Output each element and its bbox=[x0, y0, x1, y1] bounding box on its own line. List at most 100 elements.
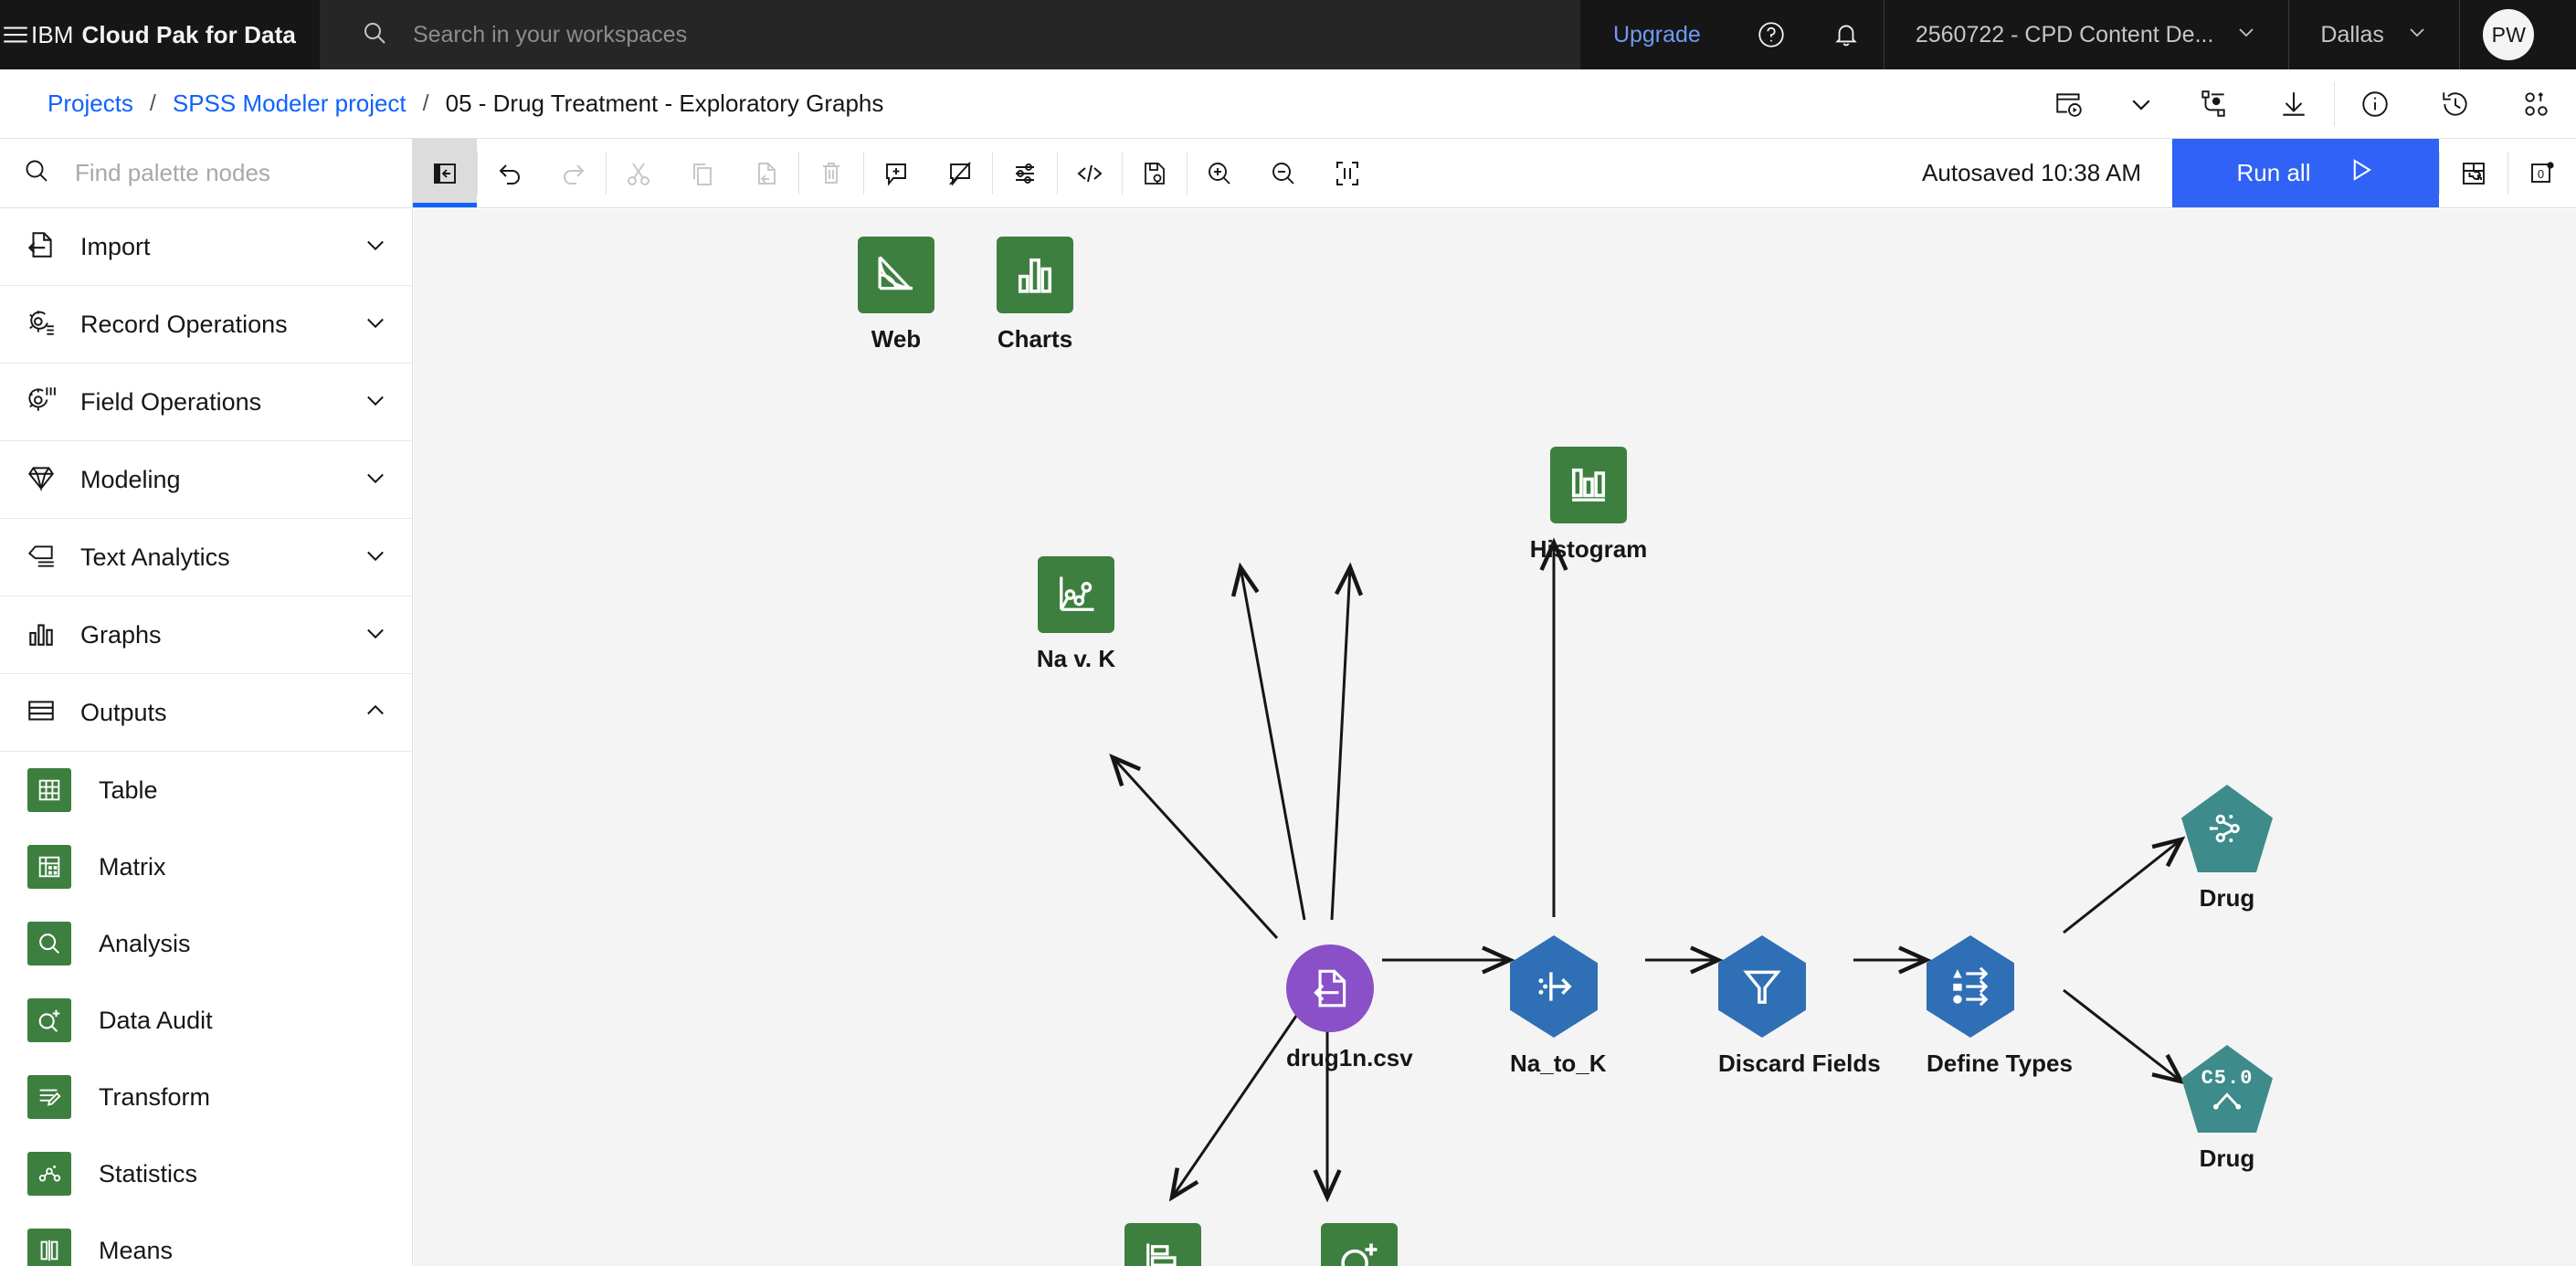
chevron-down-icon bbox=[363, 232, 388, 262]
canvas-node-na-v-k[interactable]: Na v. K bbox=[1003, 556, 1149, 673]
region-selector[interactable]: Dallas bbox=[2288, 0, 2458, 69]
information-icon[interactable] bbox=[2335, 69, 2415, 139]
palette-category-record-operations[interactable]: Record Operations bbox=[0, 286, 412, 364]
palette-node-label: Statistics bbox=[99, 1159, 198, 1187]
download-icon[interactable] bbox=[2254, 69, 2334, 139]
chevron-down-icon bbox=[2406, 21, 2428, 49]
breadcrumb-item-projects[interactable]: Projects bbox=[48, 90, 133, 118]
zoom-out-button[interactable] bbox=[1251, 139, 1315, 207]
neural-network-icon bbox=[2181, 785, 2273, 872]
outputs-panel-button[interactable] bbox=[2440, 139, 2507, 207]
canvas-node-charts[interactable]: Charts bbox=[962, 237, 1108, 353]
bar-chart-icon bbox=[997, 237, 1073, 313]
flow-canvas[interactable]: Web Charts Histogram Na v. K drug1n.csv … bbox=[414, 209, 2576, 1266]
add-comment-button[interactable] bbox=[864, 139, 928, 207]
palette-node-analysis[interactable]: Analysis bbox=[0, 905, 412, 982]
canvas-node-discard-fields[interactable]: Discard Fields bbox=[1718, 935, 1881, 1078]
hamburger-menu-icon[interactable] bbox=[0, 0, 31, 69]
palette-category-label: Modeling bbox=[80, 465, 181, 493]
palette-category-outputs[interactable]: Outputs bbox=[0, 674, 412, 752]
palette-category-label: Record Operations bbox=[80, 310, 288, 338]
canvas-node-label: Drug bbox=[2199, 884, 2255, 912]
palette-category-field-operations[interactable]: Field Operations bbox=[0, 364, 412, 441]
palette-node-transform[interactable]: Transform bbox=[0, 1059, 412, 1135]
search-icon bbox=[360, 18, 389, 52]
link-drug1ncsv-web bbox=[1230, 562, 1306, 921]
run-all-label: Run all bbox=[2236, 159, 2311, 186]
canvas-node-label: Charts bbox=[997, 325, 1073, 353]
zoom-in-button[interactable] bbox=[1188, 139, 1251, 207]
canvas-node-seven-fields[interactable]: 7 Fields bbox=[1286, 1223, 1432, 1266]
canvas-node-na-to-k[interactable]: Na_to_K bbox=[1510, 935, 1606, 1078]
palette-node-matrix[interactable]: Matrix bbox=[0, 828, 412, 905]
breadcrumb: Projects / SPSS Modeler project / 05 - D… bbox=[0, 90, 883, 118]
toggle-palette-button[interactable] bbox=[413, 139, 477, 207]
zoom-fit-button[interactable] bbox=[1315, 139, 1379, 207]
notifications-panel-button[interactable]: 0 bbox=[2508, 139, 2576, 207]
region-label: Dallas bbox=[2320, 21, 2384, 47]
palette-category-import[interactable]: Import bbox=[0, 208, 412, 286]
search-input[interactable] bbox=[412, 21, 1512, 48]
canvas-node-drug-type[interactable]: Drug type bbox=[1081, 1223, 1245, 1266]
canvas-node-drug-c50[interactable]: C5.0 Drug bbox=[2181, 1045, 2273, 1173]
type-settings-icon bbox=[1927, 935, 2014, 1038]
run-all-button[interactable]: Run all bbox=[2172, 139, 2439, 207]
breadcrumb-actions bbox=[2029, 69, 2576, 139]
paste-button bbox=[734, 139, 798, 207]
upgrade-button[interactable]: Upgrade bbox=[1580, 0, 1734, 69]
global-search[interactable] bbox=[319, 0, 1580, 69]
palette-category-graphs[interactable]: Graphs bbox=[0, 596, 412, 674]
canvas-node-drug1n-csv[interactable]: drug1n.csv bbox=[1286, 944, 1413, 1072]
canvas-node-drug-net[interactable]: Drug bbox=[2181, 785, 2273, 913]
table-grid-icon bbox=[27, 768, 71, 812]
manage-flows-icon[interactable] bbox=[2173, 69, 2254, 139]
breadcrumb-separator: / bbox=[422, 90, 429, 116]
palette-node-table[interactable]: Table bbox=[0, 752, 412, 828]
avatar[interactable]: PW bbox=[2458, 0, 2558, 69]
chevron-down-icon bbox=[363, 465, 388, 495]
chevron-down-icon[interactable] bbox=[2109, 69, 2173, 139]
filter-funnel-icon bbox=[1718, 935, 1806, 1038]
chevron-down-icon bbox=[363, 387, 388, 417]
parameters-icon[interactable] bbox=[2496, 69, 2576, 139]
account-selector[interactable]: 2560722 - CPD Content De... bbox=[1883, 0, 2289, 69]
help-circle-icon[interactable] bbox=[1734, 0, 1809, 69]
text-analytics-icon bbox=[26, 540, 57, 575]
svg-text:0: 0 bbox=[2538, 167, 2544, 181]
undo-button[interactable] bbox=[478, 139, 542, 207]
palette-node-statistics[interactable]: Statistics bbox=[0, 1135, 412, 1212]
flow-settings-button[interactable] bbox=[993, 139, 1057, 207]
palette-search[interactable] bbox=[0, 139, 412, 208]
save-flow-button[interactable] bbox=[1123, 139, 1187, 207]
run-pipeline-icon[interactable] bbox=[2029, 69, 2109, 139]
history-icon[interactable] bbox=[2415, 69, 2496, 139]
autosave-status: Autosaved 10:38 AM bbox=[1922, 159, 2141, 186]
magnifier-plus-icon bbox=[27, 998, 71, 1042]
web-plot-icon bbox=[858, 237, 934, 313]
field-ops-gear-icon bbox=[26, 385, 57, 420]
palette-category-text-analytics[interactable]: Text Analytics bbox=[0, 519, 412, 596]
canvas-node-define-types[interactable]: Define Types bbox=[1927, 935, 2073, 1078]
view-code-button[interactable] bbox=[1058, 139, 1122, 207]
brand-title[interactable]: IBM Cloud Pak for Data bbox=[31, 0, 320, 69]
link-drug1ncsv-drugtype bbox=[1168, 1003, 1306, 1202]
toggle-comments-button[interactable] bbox=[928, 139, 992, 207]
palette-node-label: Data Audit bbox=[99, 1006, 213, 1034]
canvas-node-web[interactable]: Web bbox=[823, 237, 969, 353]
canvas-node-label: Na v. K bbox=[1036, 645, 1116, 672]
magnifier-icon bbox=[27, 922, 71, 965]
c50-badge: C5.0 bbox=[2201, 1066, 2254, 1090]
canvas-node-label: drug1n.csv bbox=[1286, 1044, 1413, 1071]
palette-category-modeling[interactable]: Modeling bbox=[0, 441, 412, 519]
palette-node-data-audit[interactable]: Data Audit bbox=[0, 982, 412, 1059]
scatter-plot-icon bbox=[1038, 556, 1114, 633]
canvas-node-label: Define Types bbox=[1927, 1050, 2073, 1077]
link-definetypes-drugnet bbox=[2063, 836, 2186, 934]
link-drug1ncsv-charts bbox=[1330, 562, 1364, 921]
bell-icon[interactable] bbox=[1809, 0, 1884, 69]
canvas-node-histogram[interactable]: Histogram bbox=[1497, 447, 1680, 564]
breadcrumb-item-project[interactable]: SPSS Modeler project bbox=[173, 90, 406, 118]
palette-node-means[interactable]: Means bbox=[0, 1212, 412, 1266]
palette-search-input[interactable] bbox=[75, 159, 349, 187]
app-grid-icon[interactable] bbox=[2558, 0, 2576, 69]
